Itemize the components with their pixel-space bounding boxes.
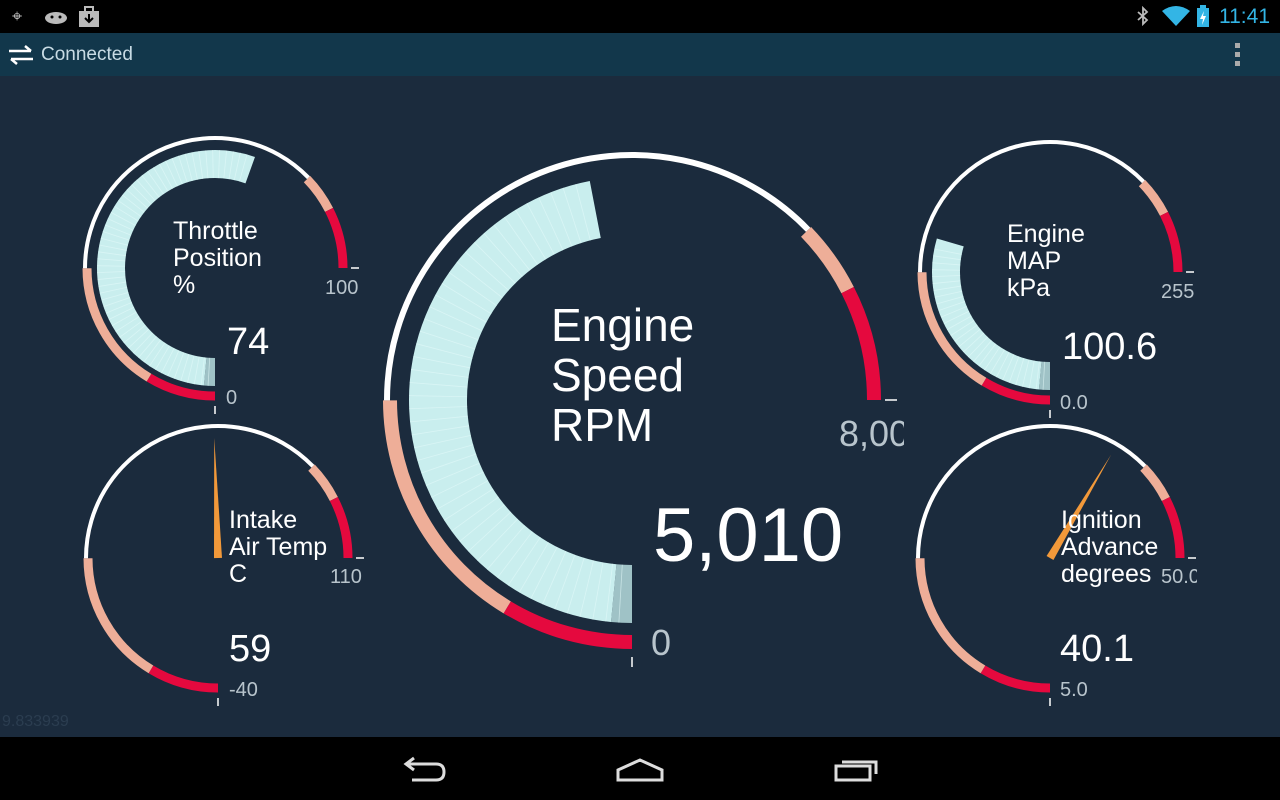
gauge-value: 59	[229, 628, 272, 670]
clock: 11:41	[1219, 5, 1270, 28]
zone-arc-danger	[1160, 211, 1183, 273]
bluetooth-icon	[1137, 6, 1149, 26]
gauge-title: Intake Air Temp C	[229, 506, 328, 588]
value-band-segment	[212, 150, 214, 179]
gauge-max: 110	[330, 566, 362, 588]
gauge-min: 5.0	[1060, 679, 1088, 701]
needle	[214, 438, 222, 559]
action-bar: Connected	[0, 33, 1280, 76]
gauge-title: Engine Speed RPM	[551, 299, 695, 451]
battery-charging-icon	[1197, 5, 1209, 27]
zone-arc-warn	[915, 558, 986, 674]
zone-arc-warn	[1138, 179, 1169, 217]
gauge-min: 0	[226, 387, 238, 409]
zone-arc-warn	[308, 464, 338, 502]
footer-text: 9.833939	[2, 713, 69, 730]
gauge-value: 5,010	[653, 493, 844, 578]
recents-icon[interactable]	[826, 750, 886, 790]
zone-arc-warn	[303, 175, 334, 213]
value-band-segment	[932, 269, 961, 271]
download-store-icon	[79, 6, 99, 27]
gauge-min: 0.0	[1060, 392, 1088, 414]
value-band-segment	[97, 265, 126, 267]
zone-arc-warn	[83, 558, 154, 674]
zone-arc-danger	[980, 665, 1051, 693]
gps-icon: ⌖	[12, 6, 23, 26]
zone-arc-warn	[1140, 464, 1170, 502]
overflow-menu-icon[interactable]	[1232, 41, 1244, 69]
zone-arc-danger	[148, 665, 219, 693]
gauge-max: 100	[325, 277, 359, 299]
gauge-value: 100.6	[1062, 326, 1158, 368]
gauge-max: 50.0	[1161, 566, 1197, 588]
gauge-min: 0	[651, 622, 672, 663]
gauge-title: Ignition Advance degrees	[1061, 506, 1159, 588]
value-band-start	[611, 564, 633, 623]
zone-arc-danger	[329, 496, 353, 559]
gauge-title: Engine MAP kPa	[1007, 220, 1085, 302]
gauge-value: 40.1	[1060, 628, 1134, 670]
zone-arc-danger	[324, 207, 348, 269]
gauge-max: 255	[1161, 281, 1195, 303]
gauge-value: 74	[227, 321, 270, 363]
connection-status: Connected	[41, 44, 133, 65]
gauge-min: -40	[229, 679, 258, 701]
gauge-title: Throttle Position %	[173, 217, 262, 299]
back-icon[interactable]	[394, 750, 454, 790]
zone-arc-danger	[841, 286, 881, 401]
zone-arc-danger	[1161, 496, 1185, 559]
gauge-max: 8,000	[839, 413, 904, 454]
status-bar: ⌖ 11:41	[0, 0, 1280, 33]
zone-arc-warn	[800, 226, 854, 294]
swap-arrows-icon[interactable]	[7, 44, 35, 66]
home-icon[interactable]	[610, 750, 670, 790]
wifi-icon	[1162, 6, 1190, 26]
android-icon	[45, 12, 67, 24]
